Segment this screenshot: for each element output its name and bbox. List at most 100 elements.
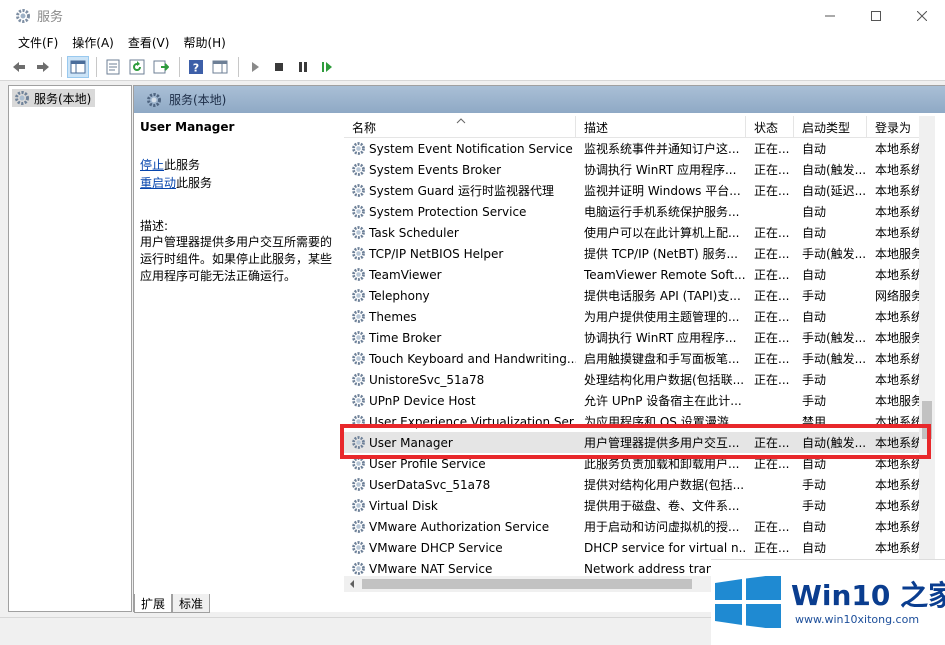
restart-service-link[interactable]: 重启动 (140, 176, 176, 190)
table-row[interactable]: VMware DHCP Service DHCP service for virt… (344, 537, 935, 558)
stop-suffix: 此服务 (164, 158, 201, 172)
back-button[interactable] (8, 56, 30, 78)
table-row[interactable]: Telephony 提供电话服务 API (TAPI)支... 正在... 手动 网络服… (344, 285, 935, 306)
action-pane-icon (212, 60, 228, 73)
table-row[interactable]: System Protection Service 电脑运行手机系统保护服务...… (344, 201, 935, 222)
gear-icon (352, 541, 365, 554)
table-row[interactable]: TeamViewer TeamViewer Remote Soft... 正在...… (344, 264, 935, 285)
cell-description: 提供电话服务 API (TAPI)支... (584, 289, 741, 303)
stop-service-link[interactable]: 停止 (140, 158, 164, 172)
service-name: TCP/IP NetBIOS Helper (369, 246, 504, 261)
maximize-button[interactable] (853, 0, 899, 31)
help-icon: ? (189, 59, 203, 74)
table-row[interactable]: VMware Authorization Service 用于启动和访问虚拟机的授… (344, 516, 935, 537)
service-name: Virtual Disk (369, 498, 438, 513)
pause-service-button[interactable] (292, 56, 314, 78)
cell-status: 正在... (754, 331, 790, 345)
selected-service-title: User Manager (140, 120, 235, 134)
cell-status: 正在... (754, 520, 790, 534)
cell-name: VMware Authorization Service (344, 519, 576, 534)
cell-status: 正在... (754, 268, 790, 282)
gear-icon (352, 331, 365, 344)
toolbar-separator (179, 56, 180, 77)
help-button[interactable]: ? (185, 56, 207, 78)
services-window: 服务 文件(F) 操作(A) 查看(V) 帮助(H) ? 服务(本地) 服务(本… (0, 0, 945, 645)
table-row[interactable]: Time Broker 协调执行 WinRT 应用程序... 正在... 手动(触发.… (344, 327, 935, 348)
table-row[interactable]: System Event Notification Service 监视系统事件并… (344, 138, 935, 159)
column-header-label: 描述 (584, 120, 609, 135)
pane-header-title: 服务(本地) (169, 93, 227, 107)
cell-name: System Protection Service (344, 204, 576, 219)
close-button[interactable] (899, 0, 945, 31)
gear-icon (352, 163, 365, 176)
stop-service-button[interactable] (268, 56, 290, 78)
restart-service-button[interactable] (316, 56, 338, 78)
gear-icon (15, 91, 29, 105)
table-row[interactable]: Task Scheduler 使用户可以在此计算机上配... 正在... 自动 本地系统 (344, 222, 935, 243)
service-rows: System Event Notification Service 监视系统事件并… (344, 138, 935, 579)
column-header-name[interactable]: 名称 (344, 116, 576, 138)
table-row[interactable]: Themes 为用户提供使用主题管理的... 正在... 自动 本地系统 (344, 306, 935, 327)
column-header-status[interactable]: 状态 (746, 116, 794, 138)
service-name: System Events Broker (369, 162, 502, 177)
cell-description: 处理结构化用户数据(包括联... (584, 373, 745, 387)
column-header-label: 登录为 (875, 120, 912, 135)
show-console-tree-button[interactable] (67, 55, 89, 78)
column-header-description[interactable]: 描述 (576, 116, 746, 138)
show-action-pane-button[interactable] (209, 56, 231, 78)
gear-icon (352, 499, 365, 512)
cell-description: 电脑运行手机系统保护服务... (584, 205, 740, 219)
table-row[interactable]: UnistoreSvc_51a78 处理结构化用户数据(包括联... 正在... 手动… (344, 369, 935, 390)
column-header-startup-type[interactable]: 启动类型 (794, 116, 867, 138)
start-service-button[interactable] (244, 56, 266, 78)
minimize-icon (825, 15, 835, 16)
cell-description: 使用户可以在此计算机上配... (584, 226, 740, 240)
service-name: UnistoreSvc_51a78 (369, 372, 485, 387)
vertical-scrollbar[interactable] (919, 116, 935, 592)
tab-standard[interactable]: 标准 (172, 594, 211, 613)
menu-action[interactable]: 操作(A) (66, 34, 120, 51)
cell-name: System Events Broker (344, 162, 576, 177)
services-list[interactable]: 名称 描述 状态 启动类型 登录为 System Event Notificat… (344, 116, 935, 581)
console-tree: 服务(本地) (8, 85, 132, 612)
scrollbar-thumb[interactable] (362, 579, 692, 589)
toolbar-separator (61, 56, 62, 77)
watermark: Win10 之家 www.win10xitong.com (711, 559, 945, 645)
refresh-button[interactable] (126, 56, 148, 78)
table-row[interactable]: Touch Keyboard and Handwriting... 启用触摸键盘和… (344, 348, 935, 369)
service-name: System Protection Service (369, 204, 527, 219)
cell-startup-type: 手动 (802, 499, 827, 513)
cell-name: Touch Keyboard and Handwriting... (344, 351, 576, 366)
table-row[interactable]: System Guard 运行时监视器代理 监视并证明 Windows 平台...… (344, 180, 935, 201)
export-list-button[interactable] (150, 56, 172, 78)
gear-icon (352, 226, 365, 239)
view-tabs: 扩展 标准 (134, 594, 211, 614)
minimize-button[interactable] (807, 0, 853, 31)
stop-action: 停止此服务 (140, 156, 340, 174)
console-tree-icon (70, 60, 86, 73)
tab-extended[interactable]: 扩展 (134, 594, 173, 613)
table-row[interactable]: System Events Broker 协调执行 WinRT 应用程序... 正在… (344, 159, 935, 180)
gear-icon (352, 247, 365, 260)
menu-view[interactable]: 查看(V) (122, 34, 176, 51)
cell-name: Virtual Disk (344, 498, 576, 513)
windows-logo-icon (715, 576, 781, 628)
service-name: Telephony (369, 288, 430, 303)
menu-file[interactable]: 文件(F) (12, 34, 64, 51)
cell-name: System Event Notification Service (344, 141, 576, 156)
highlight-box (340, 424, 931, 459)
table-row[interactable]: TCP/IP NetBIOS Helper 提供 TCP/IP (NetBT) 服… (344, 243, 935, 264)
cell-startup-type: 手动 (802, 394, 827, 408)
menu-help[interactable]: 帮助(H) (177, 34, 231, 51)
table-row[interactable]: Virtual Disk 提供用于磁盘、卷、文件系... 手动 本地系统 (344, 495, 935, 516)
table-row[interactable]: UPnP Device Host 允许 UPnP 设备宿主在此计... 手动 本地服务 (344, 390, 935, 411)
toolbar-separator (238, 56, 239, 77)
scroll-left-arrow[interactable] (344, 576, 360, 592)
service-name: Touch Keyboard and Handwriting... (369, 351, 576, 366)
tree-item-services-local[interactable]: 服务(本地) (12, 89, 96, 107)
forward-button[interactable] (32, 56, 54, 78)
table-row[interactable]: UserDataSvc_51a78 提供对结构化用户数据(包括... 手动 本地系统 (344, 474, 935, 495)
service-name: TeamViewer (369, 267, 442, 282)
cell-status: 正在... (754, 226, 790, 240)
properties-button[interactable] (102, 56, 124, 78)
